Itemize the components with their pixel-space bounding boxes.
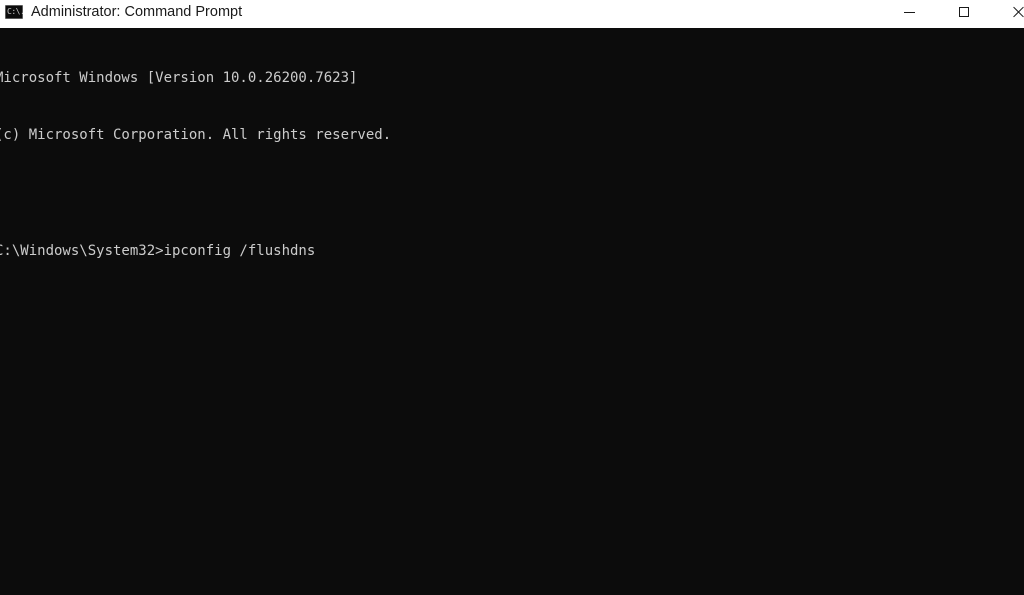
app-icon-glyph: C:\. [7, 7, 25, 16]
close-button[interactable] [996, 0, 1024, 28]
command-prompt-app-icon[interactable]: C:\. [5, 5, 25, 19]
console-prompt-command[interactable]: C:\Windows\System32>ipconfig /flushdns [0, 242, 1024, 261]
console-line-copyright: (c) Microsoft Corporation. All rights re… [0, 127, 392, 144]
close-icon [1013, 6, 1024, 18]
console-line-version: Microsoft Windows [Version 10.0.26200.76… [0, 69, 358, 86]
console-output[interactable]: Microsoft Windows [Version 10.0.26200.76… [0, 30, 1024, 595]
maximize-button[interactable] [941, 0, 987, 28]
window-title: Administrator: Command Prompt [31, 4, 243, 20]
title-bar[interactable]: C:\. Administrator: Command Prompt [0, 0, 1024, 28]
maximize-icon [959, 6, 969, 17]
minimize-button[interactable] [886, 0, 932, 28]
minimize-icon [903, 12, 915, 13]
command-prompt-window: C:\. Administrator: Command Prompt Micro… [0, 0, 1024, 595]
